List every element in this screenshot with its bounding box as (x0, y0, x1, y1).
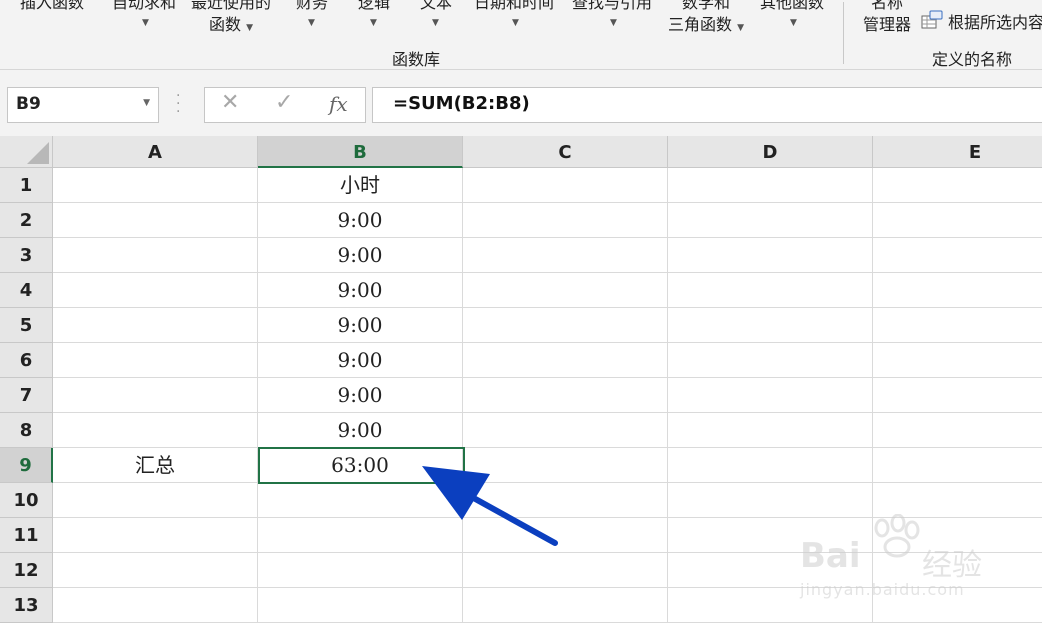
watermark-url: jingyan.baidu.com (800, 580, 965, 599)
watermark-logo-text: Bai (800, 536, 861, 576)
baidu-jingyan-watermark: Bai 经验 jingyan.baidu.com (800, 514, 1000, 610)
watermark-logo-cn: 经验 (922, 548, 982, 583)
paw-logo-icon (874, 514, 920, 558)
